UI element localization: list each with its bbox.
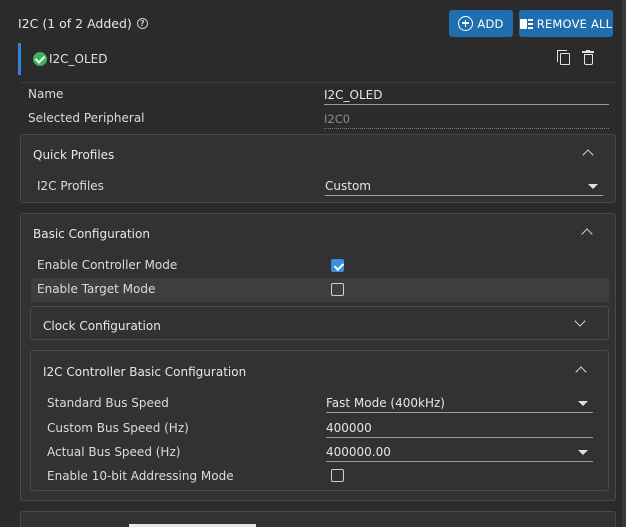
dropdown-caret-icon — [578, 401, 588, 406]
instance-accent-bar — [18, 43, 21, 75]
custom-bus-speed-label: Custom Bus Speed (Hz) — [47, 421, 189, 435]
section-title: I2C (1 of 2 Added) ? — [18, 16, 148, 31]
standard-bus-speed-label: Standard Bus Speed — [47, 396, 169, 410]
next-panel — [20, 511, 616, 527]
controller-basic-config-title[interactable]: I2C Controller Basic Configuration — [43, 365, 246, 379]
enable-target-mode-checkbox[interactable] — [331, 283, 344, 296]
delete-list-icon — [519, 17, 533, 30]
actual-bus-speed-select[interactable]: 400000.00 — [326, 445, 593, 462]
name-label: Name — [28, 87, 64, 101]
scrollbar-track[interactable] — [622, 0, 626, 527]
instance-name[interactable]: I2C_OLED — [49, 52, 108, 66]
collapse-chevron-icon[interactable] — [575, 366, 587, 378]
actual-bus-speed-label: Actual Bus Speed (Hz) — [47, 445, 181, 459]
basic-configuration-panel: Basic Configuration Enable Controller Mo… — [20, 213, 616, 501]
copy-icon[interactable] — [557, 50, 571, 66]
selected-peripheral-label: Selected Peripheral — [28, 111, 145, 125]
divider — [20, 82, 616, 83]
quick-profiles-title[interactable]: Quick Profiles — [33, 148, 114, 162]
enable-target-mode-row: Enable Target Mode — [31, 278, 609, 302]
add-button-label: ADD — [477, 16, 504, 31]
name-field[interactable]: I2C_OLED — [324, 88, 609, 105]
section-title-text: I2C (1 of 2 Added) — [18, 16, 132, 31]
clock-configuration-title[interactable]: Clock Configuration — [43, 319, 161, 333]
quick-profiles-panel: Quick Profiles I2C Profiles Custom — [20, 134, 616, 203]
dropdown-caret-icon — [588, 184, 598, 189]
enable-controller-mode-checkbox[interactable] — [331, 259, 344, 272]
add-button[interactable]: ADD — [449, 10, 513, 37]
dropdown-caret-icon — [578, 450, 588, 455]
collapse-chevron-icon[interactable] — [581, 228, 593, 240]
enable-target-mode-label: Enable Target Mode — [37, 282, 156, 296]
custom-bus-speed-input[interactable]: 400000 — [326, 421, 593, 438]
basic-configuration-title[interactable]: Basic Configuration — [33, 227, 150, 241]
i2c-profiles-label: I2C Profiles — [37, 179, 104, 193]
i2c-profiles-value: Custom — [325, 179, 371, 193]
help-icon[interactable]: ? — [136, 18, 148, 29]
trash-icon[interactable] — [582, 50, 594, 65]
collapse-chevron-icon[interactable] — [582, 149, 594, 161]
expand-chevron-icon[interactable] — [574, 315, 586, 327]
standard-bus-speed-select[interactable]: Fast Mode (400kHz) — [326, 396, 593, 413]
enable-controller-mode-label: Enable Controller Mode — [37, 258, 178, 272]
standard-bus-speed-value: Fast Mode (400kHz) — [326, 396, 445, 410]
remove-all-button-label: REMOVE ALL — [536, 16, 613, 31]
i2c-profiles-select[interactable]: Custom — [325, 179, 603, 196]
status-check-icon — [33, 52, 47, 66]
actual-bus-speed-value: 400000.00 — [326, 445, 391, 459]
selected-peripheral-field: I2C0 — [324, 112, 609, 129]
clock-configuration-panel[interactable]: Clock Configuration — [30, 306, 609, 340]
remove-all-button[interactable]: REMOVE ALL — [519, 10, 613, 37]
add-circle-icon — [458, 16, 474, 31]
ten-bit-addressing-checkbox[interactable] — [331, 469, 344, 482]
ten-bit-addressing-label: Enable 10-bit Addressing Mode — [47, 469, 234, 483]
controller-basic-config-panel: I2C Controller Basic Configuration Stand… — [30, 350, 609, 491]
